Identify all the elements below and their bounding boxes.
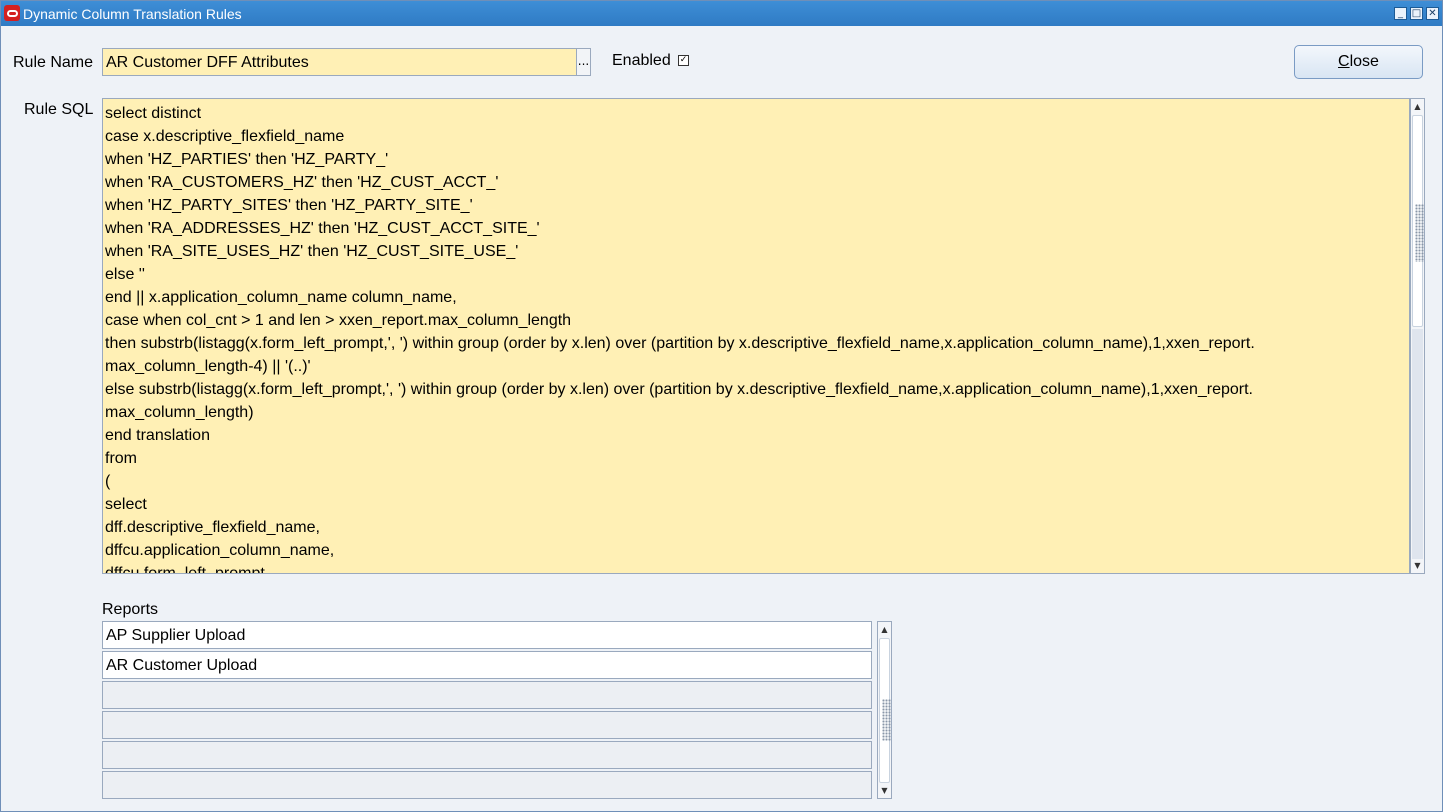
close-button-mnemonic: C xyxy=(1338,53,1350,70)
rule-name-input[interactable]: AR Customer DFF Attributes xyxy=(102,48,577,76)
sql-line: select distinct xyxy=(105,105,202,122)
close-button-label: lose xyxy=(1349,53,1379,70)
sql-scroll-thumb[interactable] xyxy=(1412,115,1424,327)
close-window-icon[interactable]: ✕ xyxy=(1426,7,1439,20)
report-row[interactable]: AP Supplier Upload xyxy=(102,621,872,649)
sql-line: else '' xyxy=(105,266,145,283)
window-controls: _ □ ✕ xyxy=(1394,7,1439,20)
sql-line: when 'RA_SITE_USES_HZ' then 'HZ_CUST_SIT… xyxy=(105,243,519,260)
maximize-icon[interactable]: □ xyxy=(1410,7,1423,20)
report-row[interactable] xyxy=(102,771,872,799)
sql-line: when 'HZ_PARTIES' then 'HZ_PARTY_' xyxy=(105,151,389,168)
minimize-icon[interactable]: _ xyxy=(1394,7,1407,20)
sql-line: when 'RA_CUSTOMERS_HZ' then 'HZ_CUST_ACC… xyxy=(105,174,499,191)
title-bar[interactable]: Dynamic Column Translation Rules _ □ ✕ xyxy=(1,1,1442,26)
sql-line: then substrb(listagg(x.form_left_prompt,… xyxy=(105,335,1255,352)
window-title: Dynamic Column Translation Rules xyxy=(23,6,242,22)
sql-line: when 'RA_ADDRESSES_HZ' then 'HZ_CUST_ACC… xyxy=(105,220,540,237)
sql-line: end || x.application_column_name column_… xyxy=(105,289,457,306)
scroll-up-icon[interactable]: ▲ xyxy=(878,623,891,636)
sql-line: else substrb(listagg(x.form_left_prompt,… xyxy=(105,381,1253,398)
rule-name-label: Rule Name xyxy=(13,54,94,71)
enabled-label: Enabled xyxy=(612,52,671,69)
reports-label: Reports xyxy=(102,601,159,618)
grip-icon xyxy=(1415,204,1424,262)
rule-sql-textarea[interactable]: select distinct case x.descriptive_flexfi… xyxy=(102,98,1410,574)
sql-line: ( xyxy=(105,473,111,490)
scroll-down-icon[interactable]: ▼ xyxy=(1411,559,1424,572)
scroll-up-icon[interactable]: ▲ xyxy=(1411,100,1424,113)
report-row[interactable] xyxy=(102,711,872,739)
reports-scrollbar[interactable]: ▲ ▼ xyxy=(877,621,892,799)
reports-scroll-thumb[interactable] xyxy=(879,638,891,783)
sql-line: from xyxy=(105,450,137,467)
enabled-checkbox[interactable]: ✓ xyxy=(678,55,689,66)
scroll-down-icon[interactable]: ▼ xyxy=(878,784,891,797)
sql-line: dffcu.form_left_prompt, xyxy=(105,565,270,574)
app-window: Dynamic Column Translation Rules _ □ ✕ R… xyxy=(0,0,1443,812)
sql-line: select xyxy=(105,496,147,513)
report-row[interactable] xyxy=(102,681,872,709)
scroll-track[interactable] xyxy=(1412,329,1423,559)
grip-icon xyxy=(882,699,891,741)
oracle-icon xyxy=(4,5,20,21)
sql-line: when 'HZ_PARTY_SITES' then 'HZ_PARTY_SIT… xyxy=(105,197,473,214)
sql-lines: select distinct case x.descriptive_flexfi… xyxy=(103,99,1409,574)
sql-line: end translation xyxy=(105,427,210,444)
sql-line: case when col_cnt > 1 and len > xxen_rep… xyxy=(105,312,572,329)
rule-sql-label: Rule SQL xyxy=(24,101,94,118)
report-row[interactable]: AR Customer Upload xyxy=(102,651,872,679)
sql-line: case x.descriptive_flexfield_name xyxy=(105,128,345,145)
sql-scrollbar[interactable]: ▲ ▼ xyxy=(1410,98,1425,574)
report-row[interactable] xyxy=(102,741,872,769)
sql-line: dffcu.application_column_name, xyxy=(105,542,335,559)
list-of-values-button[interactable]: ... xyxy=(577,48,591,76)
sql-line: max_column_length-4) || '(..)' xyxy=(105,358,311,375)
sql-line: dff.descriptive_flexfield_name, xyxy=(105,519,320,536)
close-button[interactable]: Close xyxy=(1294,45,1423,79)
sql-line: max_column_length) xyxy=(105,404,254,421)
